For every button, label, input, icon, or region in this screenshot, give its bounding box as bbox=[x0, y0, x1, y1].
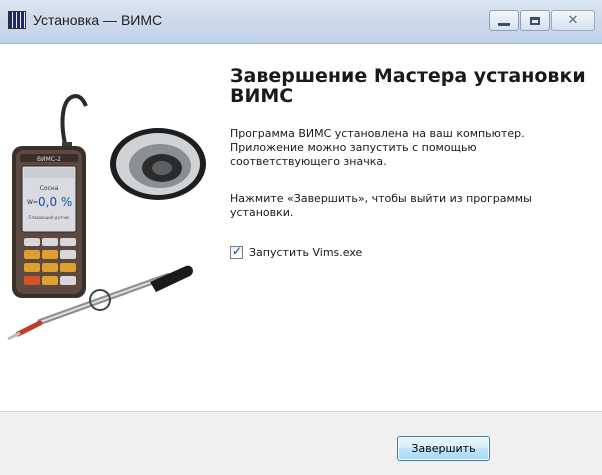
app-icon bbox=[8, 11, 26, 29]
run-app-checkbox-label[interactable]: Запустить Vims.exe bbox=[249, 246, 362, 259]
installer-window: Установка — ВИМС ✕ ВИМС-2 Сосна W= 0,0 %… bbox=[0, 0, 602, 475]
install-complete-text: Программа ВИМС установлена на ваш компью… bbox=[230, 127, 525, 168]
device-reading: 0,0 % bbox=[38, 195, 72, 209]
page-heading: Завершение Мастера установки ВИМС bbox=[230, 65, 586, 107]
checkmark-icon: ✓ bbox=[232, 244, 243, 258]
finish-button[interactable]: Завершить bbox=[397, 436, 490, 461]
window-title: Установка — ВИМС bbox=[33, 12, 163, 28]
device-reading-prefix: W= bbox=[27, 199, 38, 206]
wizard-side-image: ВИМС-2 Сосна W= 0,0 % Плавающий датчик bbox=[0, 44, 208, 411]
device-subtitle: Плавающий датчик bbox=[28, 215, 70, 220]
maximize-button[interactable] bbox=[520, 10, 550, 31]
run-app-checkbox-row[interactable]: ✓ Запустить Vims.exe bbox=[230, 244, 362, 259]
minimize-button[interactable] bbox=[489, 10, 519, 31]
device-brand: ВИМС-2 bbox=[37, 156, 61, 163]
wizard-footer: Завершить bbox=[0, 411, 602, 475]
maximize-icon bbox=[530, 16, 540, 25]
device-illustration: ВИМС-2 Сосна W= 0,0 % Плавающий датчик bbox=[7, 94, 206, 341]
finish-instruction-text: Нажмите «Завершить», чтобы выйти из прог… bbox=[230, 192, 532, 219]
close-button[interactable]: ✕ bbox=[551, 10, 595, 31]
close-icon: ✕ bbox=[567, 13, 579, 28]
device-mode: Сосна bbox=[40, 185, 59, 192]
minimize-icon bbox=[498, 23, 510, 26]
title-bar[interactable]: Установка — ВИМС ✕ bbox=[0, 0, 602, 44]
run-app-checkbox[interactable]: ✓ bbox=[230, 244, 243, 259]
